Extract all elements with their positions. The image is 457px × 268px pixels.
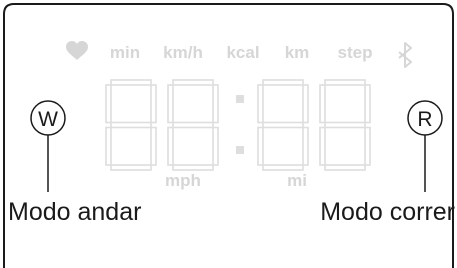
segment-c bbox=[364, 126, 371, 166]
segment-c bbox=[212, 126, 219, 166]
treadmill-console-diagram: min km/h kcal km step mph mi W R Modo an… bbox=[0, 0, 457, 268]
segment-c bbox=[150, 126, 157, 166]
walk-mode-button-letter: W bbox=[38, 108, 58, 131]
display-digit-4 bbox=[319, 79, 371, 171]
segment-a bbox=[324, 79, 366, 86]
display-colon-bottom bbox=[236, 146, 244, 154]
segment-e bbox=[319, 126, 326, 166]
segment-b bbox=[302, 84, 309, 124]
segment-d bbox=[172, 164, 214, 171]
segment-f bbox=[167, 84, 174, 124]
run-mode-label: Modo correr bbox=[320, 198, 455, 226]
indicator-kcal: kcal bbox=[226, 43, 259, 62]
segment-a bbox=[262, 79, 304, 86]
indicator-mi: mi bbox=[287, 171, 307, 190]
indicator-step: step bbox=[338, 43, 373, 62]
segment-d bbox=[324, 164, 366, 171]
walk-mode-label: Modo andar bbox=[8, 198, 142, 226]
segment-d bbox=[110, 164, 152, 171]
segment-a bbox=[172, 79, 214, 86]
display-digit-3 bbox=[257, 79, 309, 171]
segment-g bbox=[324, 121, 366, 129]
display-digit-2 bbox=[167, 79, 219, 171]
display-colon-top bbox=[236, 95, 244, 103]
segment-a bbox=[110, 79, 152, 86]
console-drawing: min km/h kcal km step mph mi W R bbox=[3, 3, 454, 268]
segment-b bbox=[150, 84, 157, 124]
segment-g bbox=[262, 121, 304, 129]
heart-icon bbox=[66, 41, 88, 60]
segment-b bbox=[364, 84, 371, 124]
segment-g bbox=[110, 121, 152, 129]
segment-g bbox=[172, 121, 214, 129]
segment-b bbox=[212, 84, 219, 124]
segment-e bbox=[257, 126, 264, 166]
indicator-mph: mph bbox=[165, 171, 201, 190]
segment-f bbox=[319, 84, 326, 124]
display-digit-1 bbox=[105, 79, 157, 171]
indicator-min: min bbox=[110, 43, 140, 62]
bluetooth-icon bbox=[398, 42, 412, 68]
run-mode-button-letter: R bbox=[417, 108, 432, 131]
segment-e bbox=[105, 126, 112, 166]
segment-e bbox=[167, 126, 174, 166]
segment-c bbox=[302, 126, 309, 166]
indicator-kmh: km/h bbox=[163, 43, 203, 62]
segment-f bbox=[257, 84, 264, 124]
seven-segment-display bbox=[105, 79, 371, 171]
segment-d bbox=[262, 164, 304, 171]
indicator-km: km bbox=[285, 43, 310, 62]
segment-f bbox=[105, 84, 112, 124]
